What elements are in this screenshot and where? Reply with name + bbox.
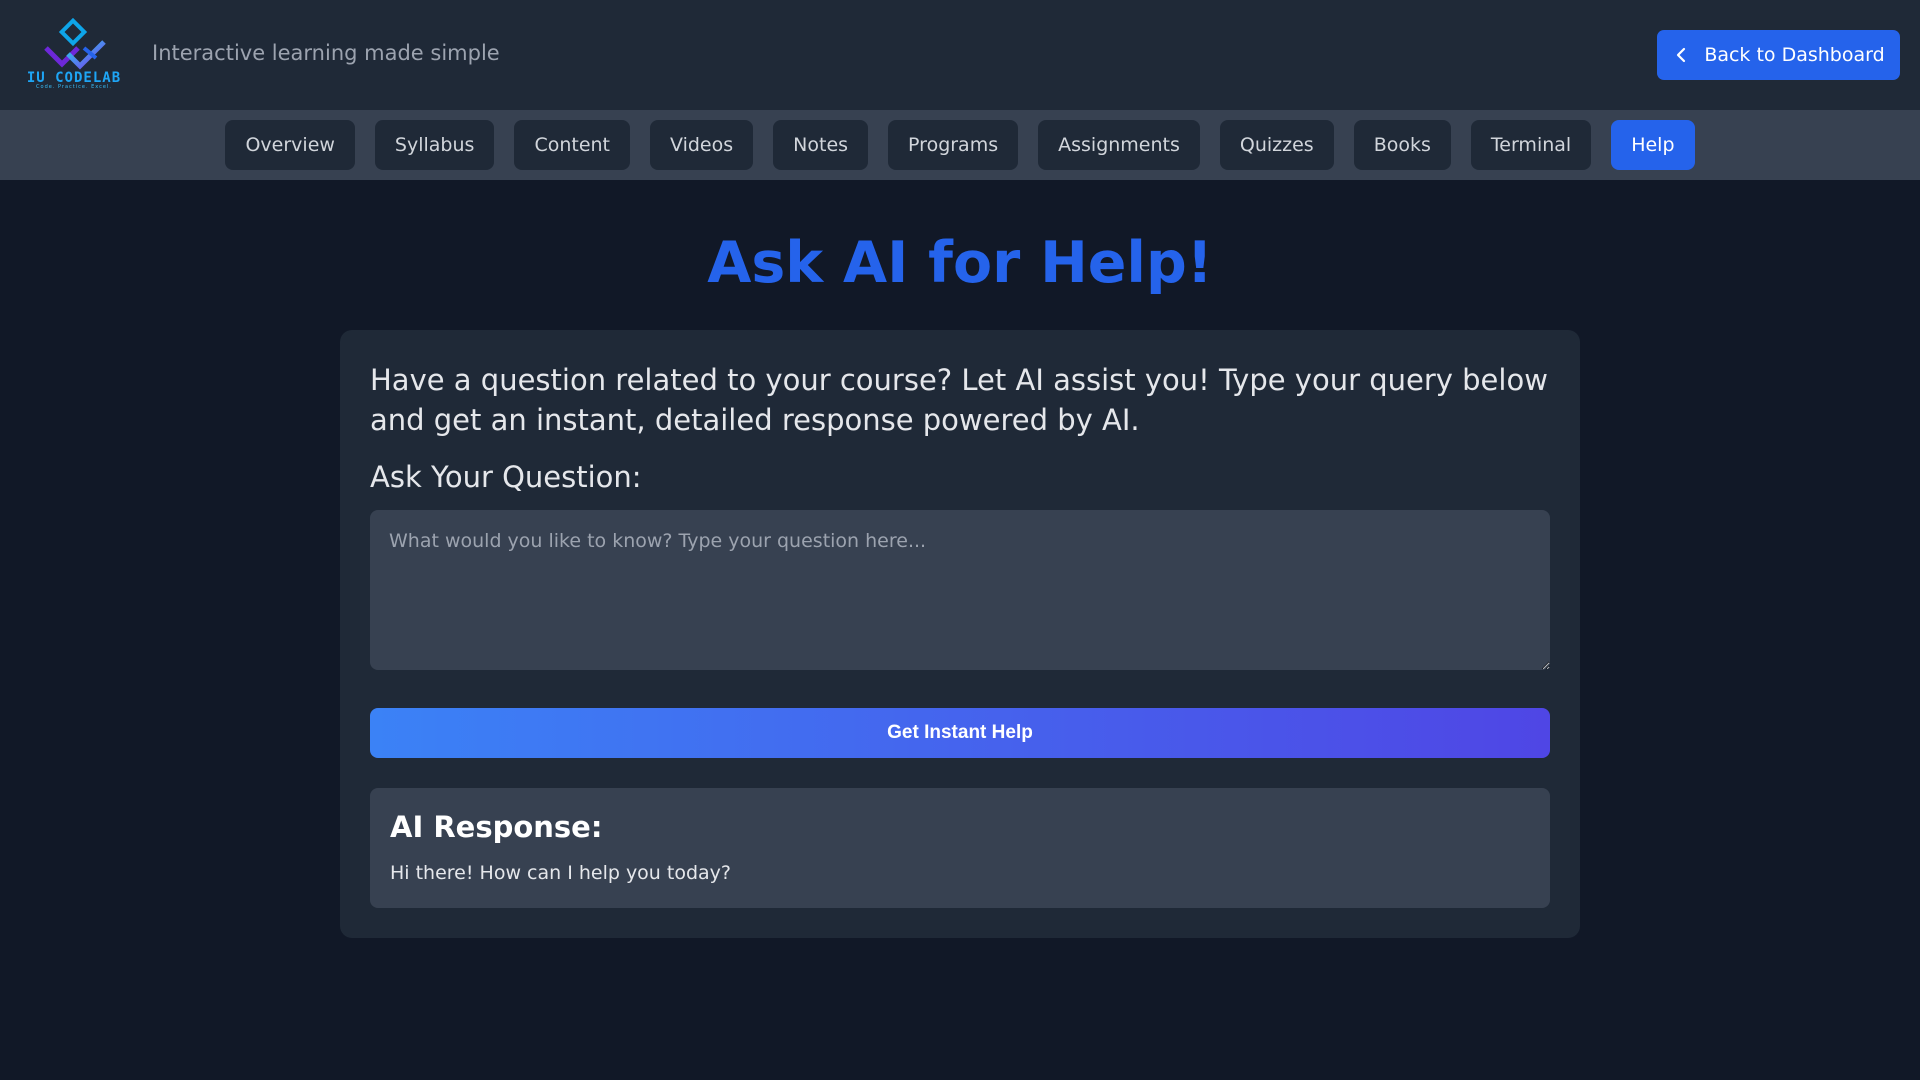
tab-syllabus[interactable]: Syllabus [374, 120, 495, 170]
tab-terminal[interactable]: Terminal [1470, 120, 1592, 170]
get-instant-help-button[interactable]: Get Instant Help [370, 708, 1550, 758]
tab-notes[interactable]: Notes [773, 120, 869, 170]
app-header: IU CODELAB Code. Practice. Excel. Intera… [0, 0, 1920, 110]
tab-books[interactable]: Books [1353, 120, 1451, 170]
question-textarea[interactable] [370, 510, 1550, 670]
tab-assignments[interactable]: Assignments [1038, 120, 1200, 170]
question-label: Ask Your Question: [370, 460, 642, 494]
tab-help[interactable]: Help [1611, 120, 1695, 170]
intro-text: Have a question related to your course? … [370, 363, 1548, 437]
tab-videos[interactable]: Videos [650, 120, 754, 170]
page-title: Ask AI for Help! [707, 230, 1213, 296]
ai-response-title: AI Response: [390, 810, 603, 844]
tagline: Interactive learning made simple [152, 41, 500, 65]
logo-mark-icon [44, 17, 106, 70]
ai-response-text: Hi there! How can I help you today? [390, 862, 731, 884]
tab-quizzes[interactable]: Quizzes [1219, 120, 1334, 170]
tab-programs[interactable]: Programs [888, 120, 1019, 170]
tab-content[interactable]: Content [514, 120, 631, 170]
back-to-dashboard-button[interactable]: Back to Dashboard [1657, 30, 1900, 80]
chevron-left-icon [1677, 47, 1686, 63]
help-card: Have a question related to your course? … [340, 330, 1580, 938]
course-nav: Overview Syllabus Content Videos Notes P… [0, 110, 1920, 180]
ai-response-box: AI Response: Hi there! How can I help yo… [370, 788, 1550, 908]
logo-subtext: Code. Practice. Excel. [36, 84, 112, 90]
back-button-label: Back to Dashboard [1704, 44, 1885, 66]
iu-codelab-logo[interactable]: IU CODELAB Code. Practice. Excel. [18, 17, 130, 90]
tab-overview[interactable]: Overview [225, 120, 355, 170]
